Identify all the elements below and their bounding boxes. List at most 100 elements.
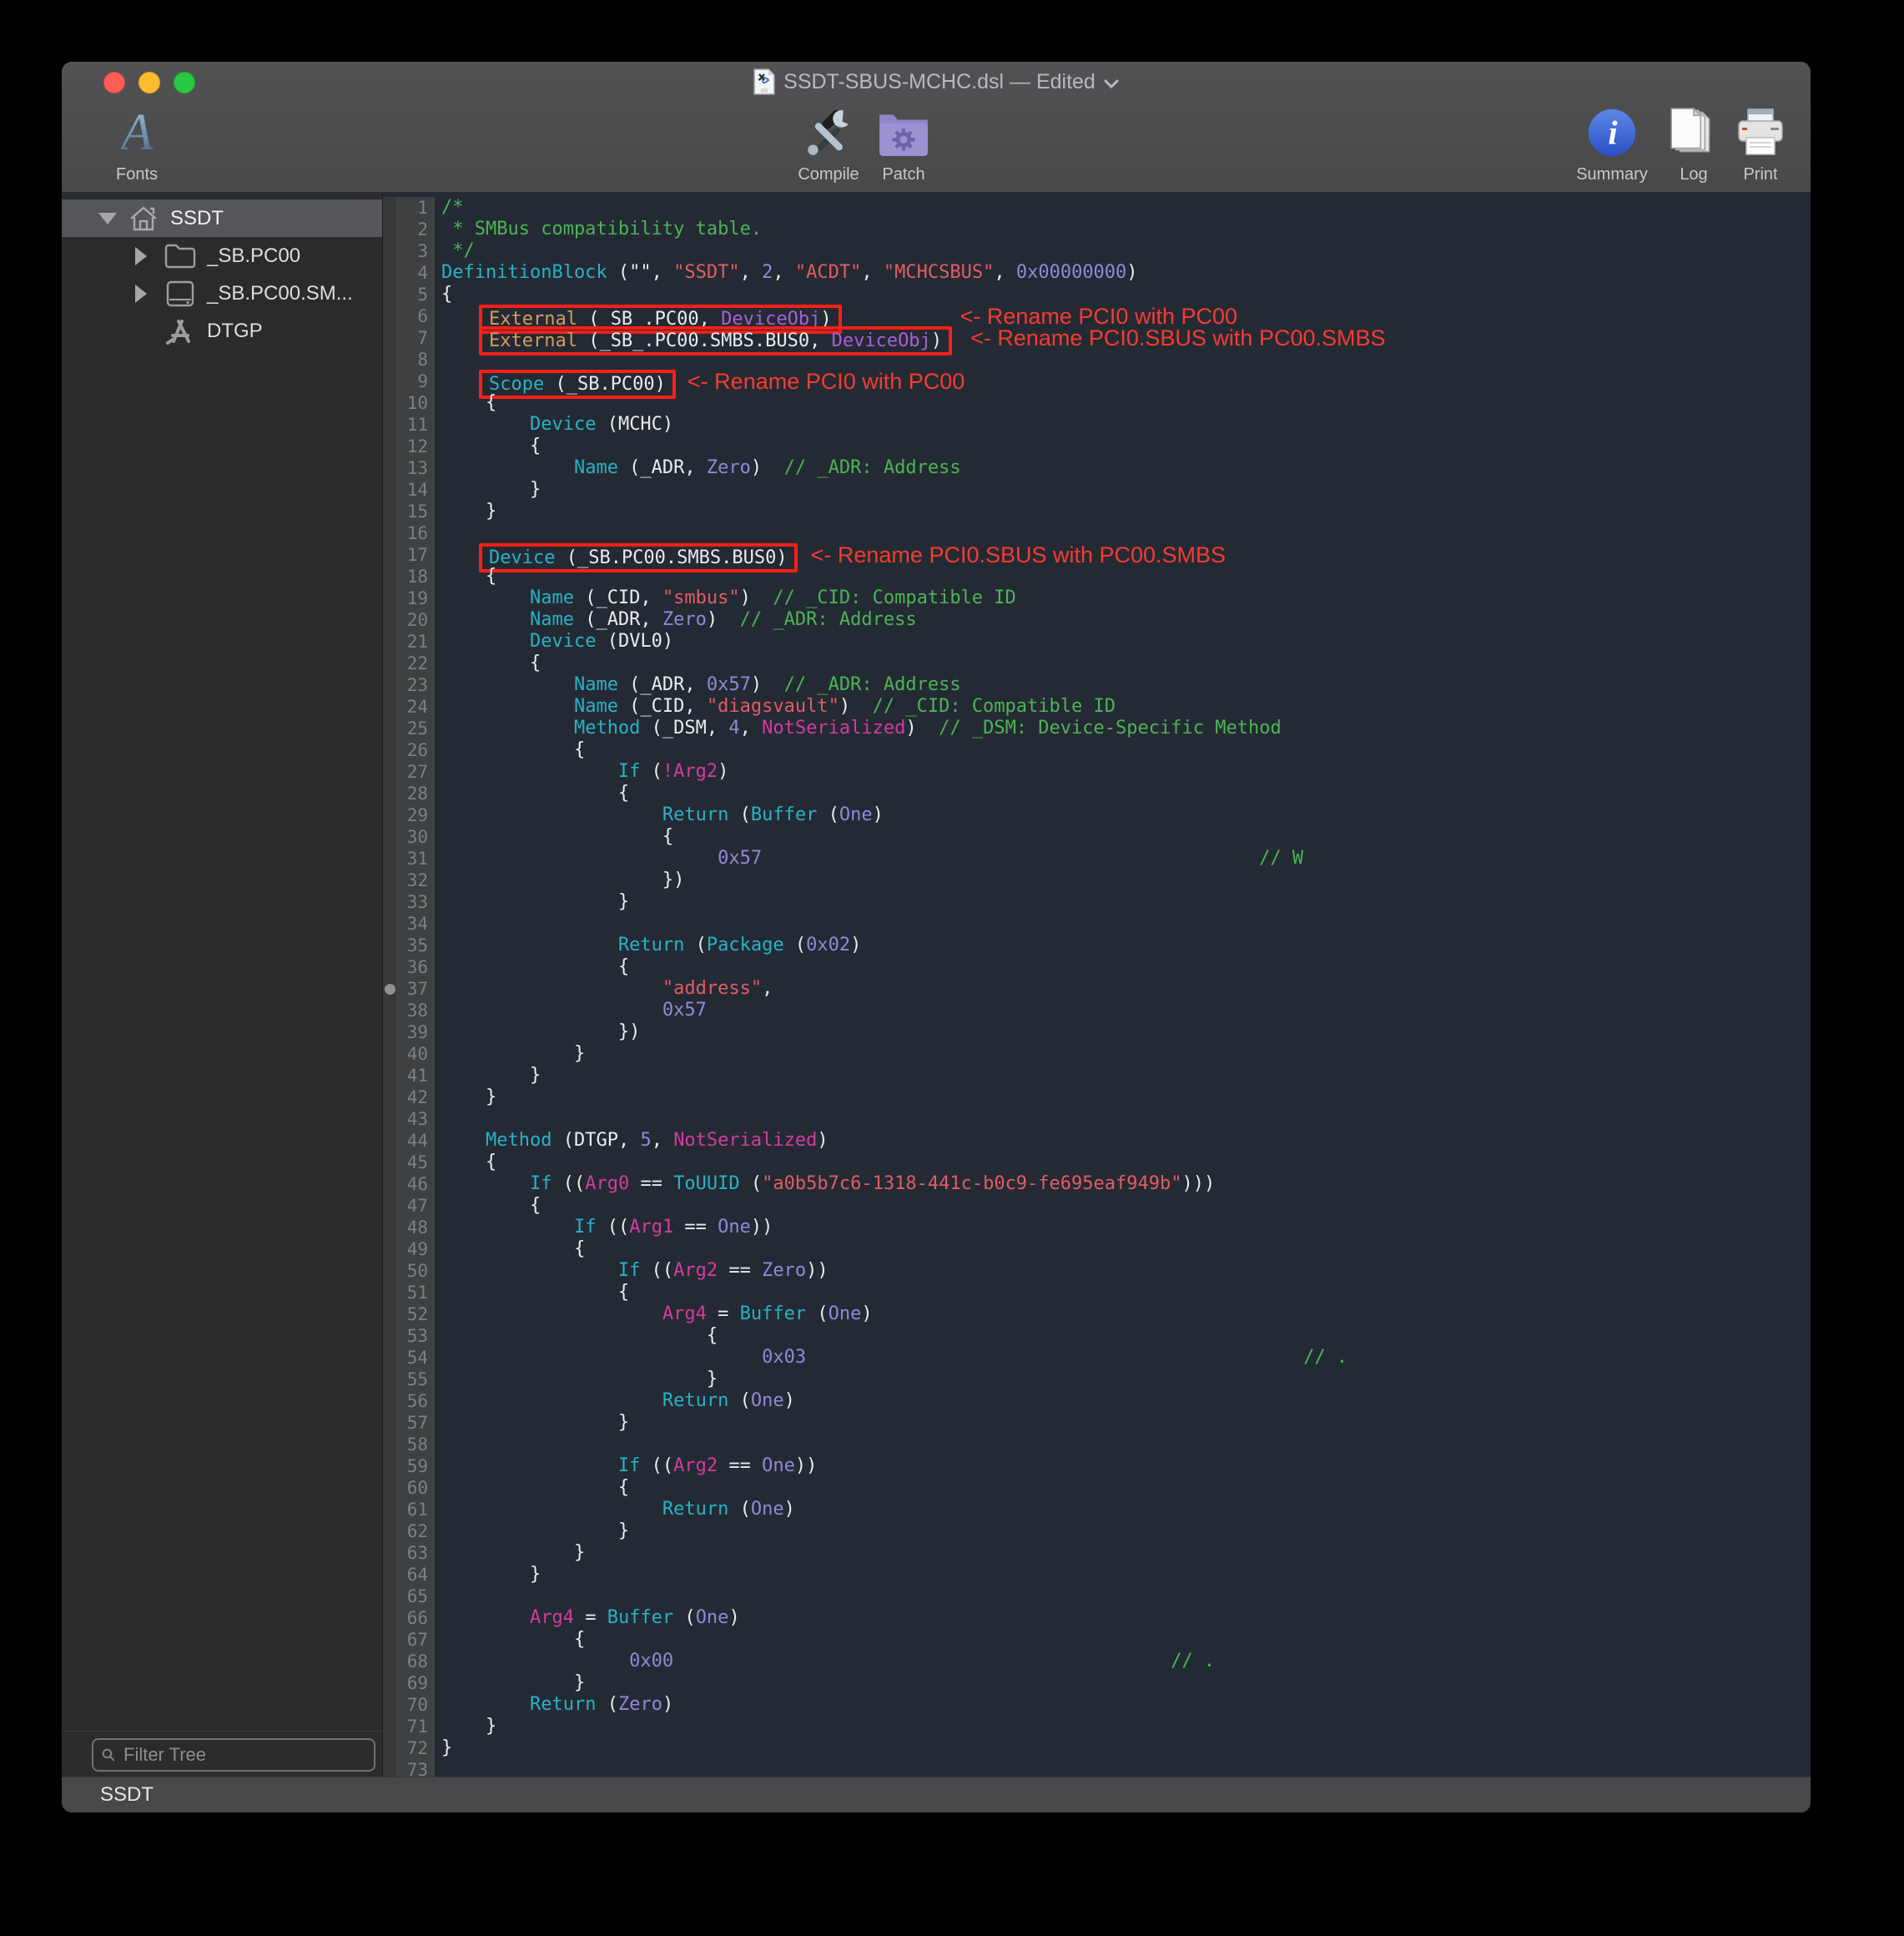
disclosure-triangle-icon[interactable]: [135, 285, 147, 303]
breakpoint-gutter[interactable]: [383, 891, 396, 913]
breakpoint-gutter[interactable]: [383, 457, 396, 479]
breakpoint-gutter[interactable]: [383, 804, 396, 826]
breakpoint-gutter[interactable]: [383, 1260, 396, 1282]
breakpoint-gutter[interactable]: [383, 284, 396, 305]
compile-button[interactable]: Compile: [788, 103, 869, 184]
breakpoint-gutter[interactable]: [383, 1152, 396, 1173]
breakpoint-gutter[interactable]: [383, 327, 396, 349]
breakpoint-gutter[interactable]: [383, 1021, 396, 1043]
breakpoint-gutter[interactable]: [383, 1303, 396, 1325]
breakpoint-gutter[interactable]: [383, 913, 396, 935]
breakpoint-gutter[interactable]: [383, 848, 396, 870]
breakpoint-gutter[interactable]: [383, 1672, 396, 1694]
breakpoint-gutter[interactable]: [383, 1173, 396, 1195]
breakpoint-gutter[interactable]: [383, 1043, 396, 1065]
breakpoint-gutter[interactable]: [383, 1086, 396, 1108]
breakpoint-gutter[interactable]: [383, 479, 396, 501]
breakpoint-gutter[interactable]: [383, 240, 396, 262]
breakpoint-gutter[interactable]: [383, 1065, 396, 1086]
breakpoint-gutter[interactable]: [383, 870, 396, 891]
code-text: [435, 1759, 1811, 1777]
breakpoint-gutter[interactable]: [383, 696, 396, 718]
print-button[interactable]: Print: [1720, 103, 1801, 184]
breakpoint-gutter[interactable]: [383, 262, 396, 284]
breakpoint-gutter[interactable]: [383, 1564, 396, 1586]
disclosure-triangle-icon[interactable]: [135, 247, 147, 265]
breakpoint-gutter[interactable]: [383, 436, 396, 457]
breakpoint-gutter[interactable]: [383, 1434, 396, 1455]
line-number: 69: [396, 1672, 435, 1694]
breakpoint-gutter[interactable]: [383, 674, 396, 696]
breakpoint-gutter[interactable]: [383, 219, 396, 240]
breakpoint-gutter[interactable]: [383, 1737, 396, 1759]
breakpoint-gutter[interactable]: [383, 826, 396, 848]
breakpoint-gutter[interactable]: [383, 1347, 396, 1369]
breakpoint-gutter[interactable]: [383, 1607, 396, 1629]
breakpoint-gutter[interactable]: [383, 1520, 396, 1542]
code-text: External (_SB_.PC00, DeviceObj)<- Rename…: [435, 305, 1811, 327]
patch-button[interactable]: Patch: [864, 103, 944, 184]
code-text: Return (Zero): [435, 1694, 1811, 1716]
fonts-button[interactable]: AFonts: [97, 103, 177, 184]
breakpoint-gutter[interactable]: [383, 653, 396, 674]
breakpoint-gutter[interactable]: [383, 197, 396, 219]
code-line: 9 Scope (_SB.PC00)<- Rename PCI0 with PC…: [383, 371, 1811, 392]
breakpoint-gutter[interactable]: [383, 566, 396, 587]
breakpoint-gutter[interactable]: [383, 1586, 396, 1607]
breakpoint-gutter[interactable]: [383, 1759, 396, 1777]
breakpoint-gutter[interactable]: [383, 1455, 396, 1477]
breakpoint-gutter[interactable]: [383, 761, 396, 783]
sidebar-item-sbpc00[interactable]: _SB.PC00: [62, 237, 382, 275]
breakpoint-gutter[interactable]: [383, 1651, 396, 1672]
breakpoint-gutter[interactable]: [383, 1282, 396, 1303]
filter-field[interactable]: [92, 1738, 375, 1772]
breakpoint-gutter[interactable]: [383, 1412, 396, 1434]
sidebar-item-ssdt[interactable]: SSDT: [62, 199, 382, 237]
breakpoint-gutter[interactable]: [383, 739, 396, 761]
breakpoint-gutter[interactable]: [383, 501, 396, 522]
breakpoint-gutter[interactable]: [383, 349, 396, 371]
breakpoint-gutter[interactable]: [383, 718, 396, 739]
breakpoint-gutter[interactable]: [383, 305, 396, 327]
line-number: 42: [396, 1086, 435, 1108]
breakpoint-gutter[interactable]: [383, 1108, 396, 1130]
sidebar-item-dtgp[interactable]: DTGP: [62, 312, 382, 350]
filter-input[interactable]: [122, 1743, 365, 1767]
breakpoint-gutter[interactable]: [383, 1325, 396, 1347]
breakpoint-gutter[interactable]: [383, 1629, 396, 1651]
code-line: 30 {: [383, 826, 1811, 848]
breakpoint-gutter[interactable]: [383, 1542, 396, 1564]
breakpoint-gutter[interactable]: [383, 1217, 396, 1238]
code-editor[interactable]: 1/*2 * SMBus compatibility table.3 */4De…: [383, 193, 1811, 1777]
breakpoint-gutter[interactable]: [383, 544, 396, 566]
breakpoint-gutter[interactable]: [383, 1390, 396, 1412]
breakpoint-gutter[interactable]: [383, 1000, 396, 1021]
breakpoint-gutter[interactable]: [383, 1477, 396, 1499]
breakpoint-gutter[interactable]: [383, 587, 396, 609]
breakpoint-gutter[interactable]: [383, 371, 396, 392]
breakpoint-gutter[interactable]: [383, 783, 396, 804]
breakpoint-gutter[interactable]: [383, 522, 396, 544]
breakpoint-gutter[interactable]: [383, 1369, 396, 1390]
breakpoint-gutter[interactable]: [383, 1238, 396, 1260]
breakpoint-gutter[interactable]: [383, 1694, 396, 1716]
breakpoint-gutter[interactable]: [383, 631, 396, 653]
breakpoint-gutter[interactable]: [383, 1130, 396, 1152]
code-line: 13 Name (_ADR, Zero) // _ADR: Address: [383, 457, 1811, 479]
chevron-down-icon[interactable]: [1104, 79, 1119, 88]
breakpoint-gutter[interactable]: [383, 935, 396, 956]
breakpoint-gutter[interactable]: [383, 392, 396, 414]
code-line: 59 If ((Arg2 == One)): [383, 1455, 1811, 1477]
breakpoint-gutter[interactable]: [383, 609, 396, 631]
sidebar-item-sbpc00sm[interactable]: _SB.PC00.SM...: [62, 275, 382, 312]
disclosure-triangle-icon[interactable]: [98, 213, 117, 224]
breakpoint-gutter[interactable]: [383, 956, 396, 978]
breakpoint-gutter[interactable]: [383, 1499, 396, 1520]
code-text: */: [435, 240, 1811, 262]
breakpoint-gutter[interactable]: [383, 978, 396, 1000]
summary-button[interactable]: iSummary: [1572, 103, 1652, 184]
breakpoint-gutter[interactable]: [383, 1195, 396, 1217]
line-number: 64: [396, 1564, 435, 1586]
breakpoint-gutter[interactable]: [383, 414, 396, 436]
breakpoint-gutter[interactable]: [383, 1716, 396, 1737]
